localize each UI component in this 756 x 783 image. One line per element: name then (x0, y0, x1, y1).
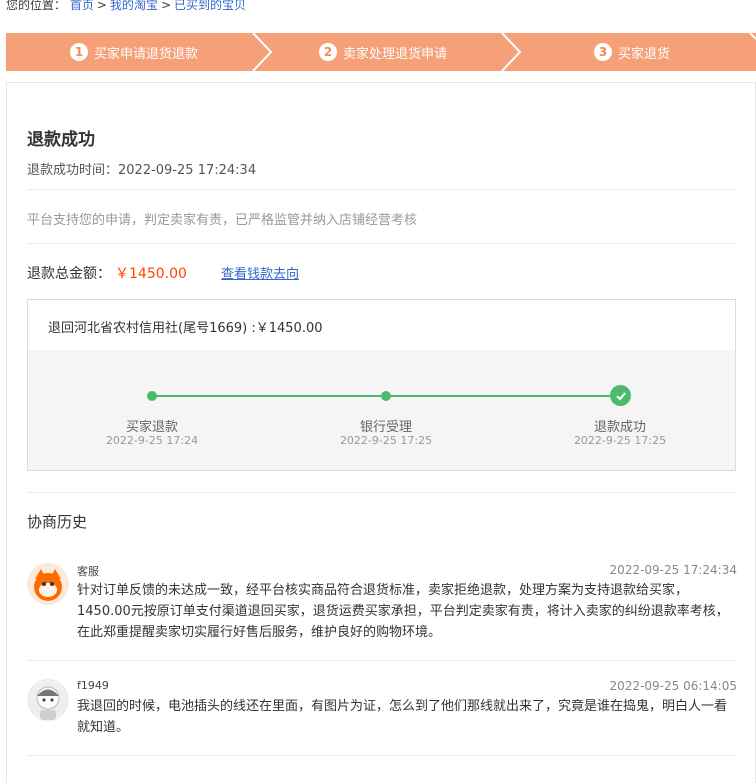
divider (27, 243, 735, 244)
message-author: f1949 (77, 679, 109, 692)
refund-total: 退款总金额： ￥1450.00 (27, 263, 187, 283)
breadcrumb-separator: > (160, 0, 171, 12)
step-3-number: 3 (594, 43, 612, 61)
step-3: 3 买家退货 (594, 33, 670, 71)
check-circle-icon (610, 385, 631, 406)
breadcrumb: 您的位置： 首页 > 我的淘宝 > 已买到的宝贝 (6, 0, 246, 13)
step-2-number: 2 (319, 43, 337, 61)
step-1: 1 买家申请退货退款 (70, 33, 198, 71)
breadcrumb-separator: > (96, 0, 107, 12)
breadcrumb-home-link[interactable]: 首页 (70, 0, 94, 12)
step-1-label: 买家申请退货退款 (94, 46, 199, 62)
breadcrumb-prefix: 您的位置： (6, 0, 67, 12)
divider (27, 492, 735, 493)
message-author: 客服 (77, 565, 99, 578)
refund-total-amount: ￥1450.00 (115, 266, 187, 282)
message-text: 我退回的时候，电池插头的线还在里面，有图片为证，怎么到了他们那线就出来了，究竟是… (77, 699, 728, 735)
timeline-dot-2 (381, 391, 391, 401)
refund-destination: 退回河北省农村信用社(尾号1669) :￥1450.00 (48, 321, 323, 336)
step-2-label: 卖家处理退货申请 (343, 46, 448, 62)
page-title: 退款成功 (27, 130, 95, 150)
divider (27, 755, 735, 756)
breadcrumb-my-taobao-link[interactable]: 我的淘宝 (110, 0, 158, 12)
platform-notice: 平台支持您的申请，判定卖家有责，已严格监管并纳入店铺经营考核 (27, 213, 418, 228)
refund-progress-steps: 1 买家申请退货退款 2 卖家处理退货申请 3 买家退货 (6, 33, 756, 71)
divider (27, 660, 735, 661)
breadcrumb-bought-items-link[interactable]: 已买到的宝贝 (174, 0, 246, 12)
step-3-label: 买家退货 (618, 46, 671, 62)
timeline-step-2-label: 银行受理 (359, 420, 412, 435)
view-money-trace-link[interactable]: 查看钱款去向 (221, 263, 299, 282)
message-time: 2022-09-25 17:24:34 (609, 563, 737, 577)
refund-detail-panel: 退款成功 退款成功时间：2022-09-25 17:24:34 平台支持您的申请… (6, 82, 756, 783)
user-avatar (27, 679, 69, 721)
history-message: f1949 2022-09-25 06:14:05 我退回的时候，电池插头的线还… (27, 679, 737, 749)
divider (27, 189, 735, 190)
history-message: 客服 2022-09-25 17:24:34 针对订单反馈的未达成一致，经平台核… (27, 563, 737, 653)
refund-time-value: 2022-09-25 17:24:34 (118, 163, 257, 178)
step-1-number: 1 (70, 43, 88, 61)
refund-destination-row: 退回河北省农村信用社(尾号1669) :￥1450.00 (28, 300, 735, 350)
message-text: 针对订单反馈的未达成一致，经平台核实商品符合退货标准，卖家拒绝退款，处理方案为支… (77, 583, 729, 640)
timeline-step-1-time: 2022-9-25 17:24 (105, 434, 199, 447)
refund-trace-box: 退回河北省农村信用社(尾号1669) :￥1450.00 买家退款 2022-9… (27, 299, 736, 471)
refund-success-time: 退款成功时间：2022-09-25 17:24:34 (27, 159, 256, 178)
timeline-step-1-label: 买家退款 (125, 420, 178, 435)
step-2: 2 卖家处理退货申请 (319, 33, 447, 71)
timeline-step-3-time: 2022-9-25 17:25 (573, 434, 667, 447)
refund-time-label: 退款成功时间： (27, 163, 119, 178)
history-title: 协商历史 (27, 513, 88, 531)
refund-total-label: 退款总金额： (27, 266, 111, 282)
timeline-step-2-time: 2022-9-25 17:25 (339, 434, 433, 447)
timeline-dot-1 (147, 391, 157, 401)
timeline-step-3-label: 退款成功 (593, 420, 646, 435)
message-time: 2022-09-25 06:14:05 (609, 679, 737, 693)
service-avatar (27, 563, 69, 605)
